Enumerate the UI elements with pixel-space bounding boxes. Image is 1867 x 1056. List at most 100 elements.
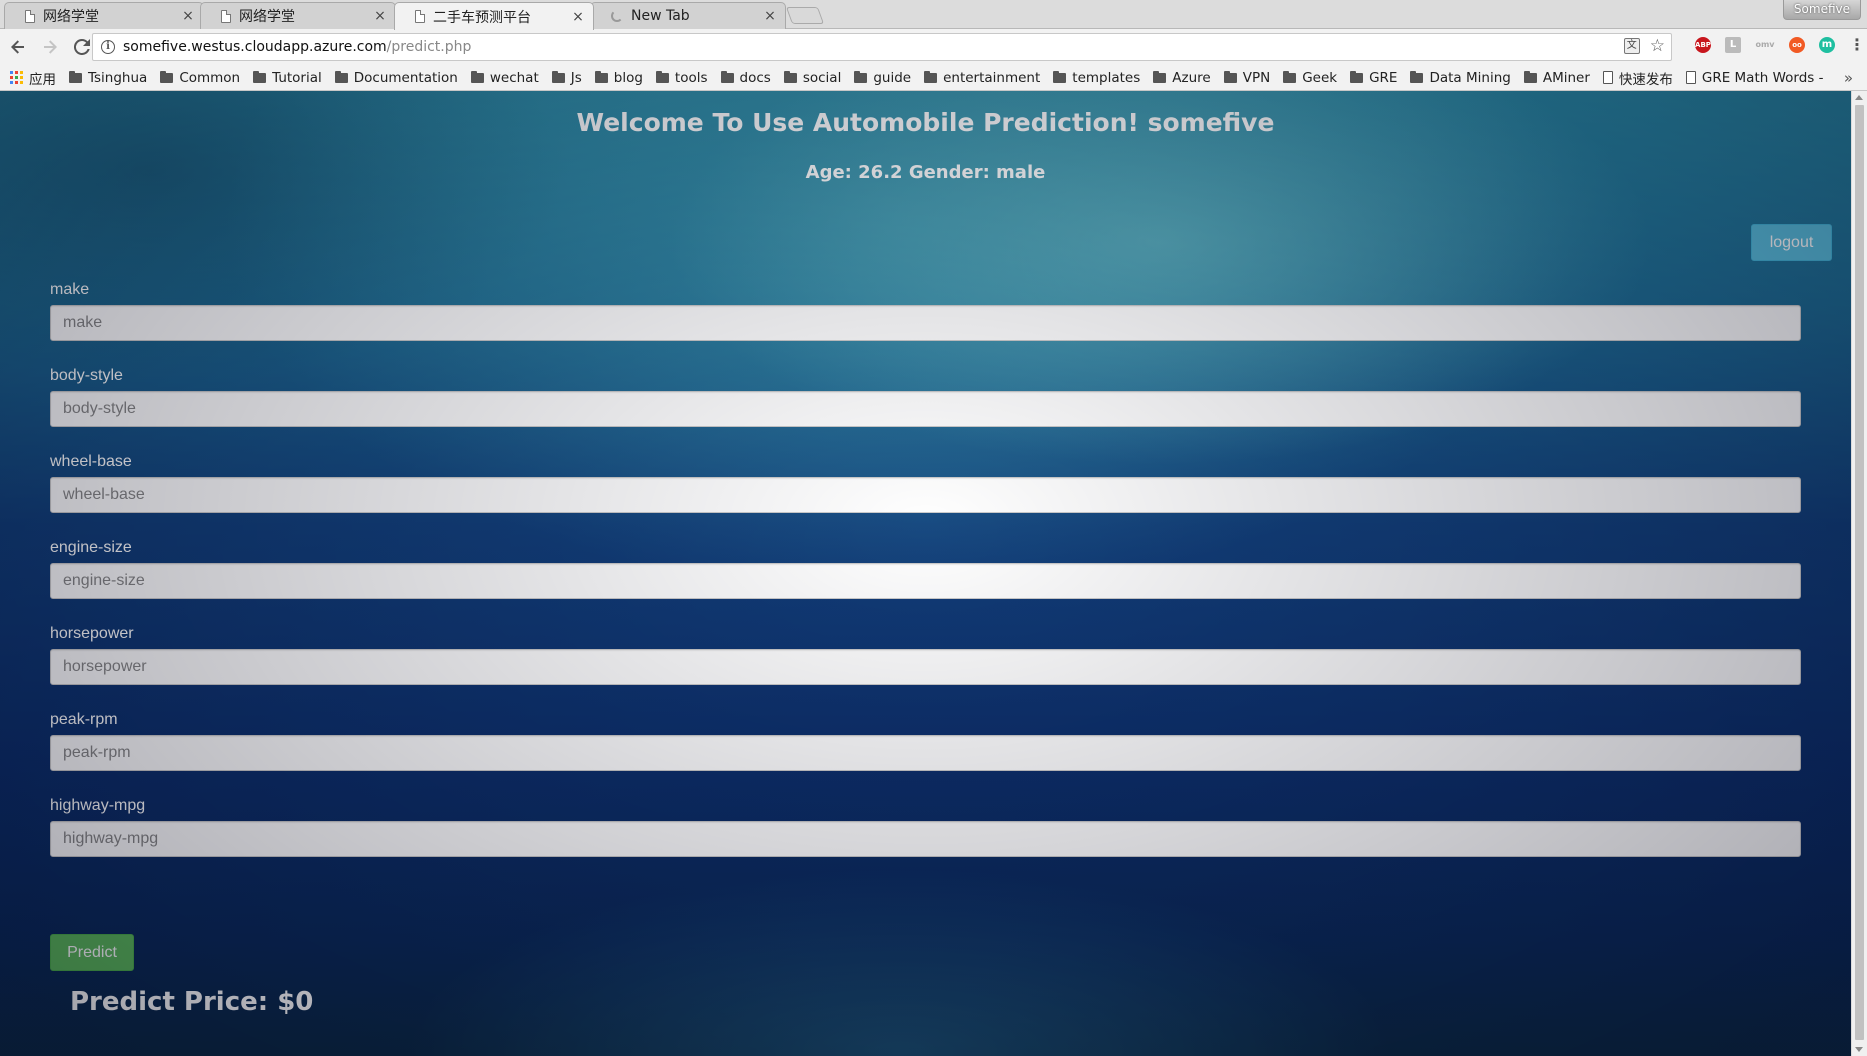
predict-result: Predict Price: $0 bbox=[70, 987, 314, 1017]
bookmark-label: guide bbox=[873, 69, 912, 86]
new-tab-button[interactable] bbox=[785, 7, 825, 24]
tab-1[interactable]: 网络学堂 × bbox=[4, 2, 204, 29]
back-arrow-icon bbox=[11, 40, 24, 54]
bookmark-item[interactable]: guide bbox=[854, 70, 911, 86]
bookmark-label: tools bbox=[674, 69, 708, 86]
close-icon[interactable]: × bbox=[571, 10, 585, 24]
predict-button[interactable]: Predict bbox=[50, 934, 134, 971]
folder-icon bbox=[69, 70, 82, 83]
folder-icon bbox=[253, 70, 267, 83]
folder-icon bbox=[1283, 70, 1297, 83]
bookmark-label: templates bbox=[1072, 69, 1141, 86]
url-path: /predict.php bbox=[386, 39, 472, 55]
page-scrollbar[interactable] bbox=[1851, 91, 1867, 1056]
horsepower-input[interactable] bbox=[50, 649, 1801, 685]
horsepower-label: horsepower bbox=[50, 625, 134, 642]
engine-size-input[interactable] bbox=[50, 563, 1801, 599]
folder-icon bbox=[720, 70, 734, 83]
folder-icon bbox=[1350, 70, 1364, 83]
bookmark-label: GRE Math Words - bbox=[1701, 69, 1824, 86]
address-bar[interactable]: i somefive.westus.cloudapp.azure.com/pre… bbox=[92, 33, 1672, 61]
logout-button[interactable]: logout bbox=[1751, 224, 1832, 261]
extension-oo-icon[interactable]: oo bbox=[1789, 37, 1805, 53]
bookmark-label: Js bbox=[570, 69, 582, 86]
bookmarks-bar: 应用 Tsinghua Common Tutorial Documentation wec… bbox=[0, 65, 1867, 91]
make-input[interactable] bbox=[50, 305, 1801, 341]
bookmark-item[interactable]: blog bbox=[594, 70, 643, 86]
bookmark-item[interactable]: 应用 bbox=[10, 68, 56, 88]
bookmark-item[interactable]: Common bbox=[160, 70, 240, 86]
extension-l-icon[interactable]: L bbox=[1725, 37, 1741, 53]
bookmark-item[interactable]: social bbox=[783, 70, 841, 86]
bookmark-item[interactable]: tools bbox=[655, 69, 708, 86]
close-icon[interactable]: × bbox=[373, 9, 387, 23]
bookmark-item[interactable]: Tutorial bbox=[253, 70, 322, 86]
page-icon bbox=[221, 9, 231, 23]
translate-icon[interactable]: 文 bbox=[1623, 38, 1640, 54]
doc-icon bbox=[1685, 71, 1696, 84]
close-icon[interactable]: × bbox=[181, 9, 195, 23]
tab-title: 网络学堂 bbox=[239, 9, 295, 25]
bookmark-label: Tutorial bbox=[272, 69, 322, 86]
peak-rpm-input[interactable] bbox=[50, 735, 1801, 771]
wheel-base-label: wheel-base bbox=[50, 453, 132, 470]
bookmark-item[interactable]: 快速发布 bbox=[1602, 68, 1673, 88]
bookmark-item[interactable]: AMiner bbox=[1523, 69, 1590, 86]
bookmark-label: GRE bbox=[1369, 69, 1398, 86]
url-host: somefive.westus.cloudapp.azure.com bbox=[123, 39, 387, 55]
bookmark-item[interactable]: Documentation bbox=[334, 70, 458, 86]
back-button[interactable] bbox=[4, 33, 32, 61]
extension-m-icon[interactable]: m bbox=[1819, 37, 1835, 53]
bookmark-item[interactable]: Data Mining bbox=[1410, 69, 1511, 86]
highway-mpg-label: highway-mpg bbox=[50, 797, 146, 814]
bookmark-label: Data Mining bbox=[1429, 69, 1511, 86]
extension-omv-icon[interactable]: omv bbox=[1755, 37, 1775, 53]
body-style-input[interactable] bbox=[50, 391, 1801, 427]
bookmark-item[interactable]: Geek bbox=[1283, 70, 1337, 86]
bookmark-star-icon[interactable]: ☆ bbox=[1650, 38, 1665, 55]
bookmark-item[interactable]: VPN bbox=[1223, 69, 1271, 86]
bookmark-item[interactable]: wechat bbox=[470, 69, 539, 86]
bookmark-label: Tsinghua bbox=[88, 69, 148, 86]
body-style-label: body-style bbox=[50, 367, 123, 384]
bookmark-item[interactable]: GRE bbox=[1350, 70, 1397, 86]
user-info: Age: 26.2 Gender: male bbox=[805, 162, 1046, 183]
folder-icon bbox=[854, 70, 868, 83]
folder-icon bbox=[1053, 70, 1067, 83]
bookmarks-overflow-icon[interactable]: » bbox=[1844, 69, 1853, 87]
tab-4[interactable]: New Tab × bbox=[590, 2, 786, 29]
kebab-menu-icon[interactable]: ⋮ bbox=[1849, 37, 1865, 53]
forward-button[interactable] bbox=[36, 33, 64, 61]
bookmark-item[interactable]: GRE Math Words - bbox=[1685, 69, 1824, 86]
scroll-up-arrow-icon[interactable] bbox=[1855, 95, 1863, 100]
page-icon bbox=[415, 10, 425, 23]
extensions-area: ABP L omv oo m ⋮ bbox=[1695, 37, 1865, 53]
info-icon[interactable]: i bbox=[101, 40, 115, 54]
highway-mpg-input[interactable] bbox=[50, 821, 1801, 857]
tab-3-active[interactable]: 二手车预测平台 × bbox=[394, 2, 594, 30]
bookmark-item[interactable]: entertainment bbox=[924, 70, 1040, 86]
bookmark-item[interactable]: Js bbox=[551, 69, 582, 86]
folder-icon bbox=[594, 70, 608, 83]
bookmark-label: AMiner bbox=[1542, 69, 1590, 86]
adblock-plus-icon[interactable]: ABP bbox=[1695, 37, 1711, 53]
bookmark-item[interactable]: templates bbox=[1053, 70, 1140, 86]
bookmark-label: docs bbox=[739, 69, 771, 86]
tab-2[interactable]: 网络学堂 × bbox=[200, 2, 396, 29]
wheel-base-input[interactable] bbox=[50, 477, 1801, 513]
folder-icon bbox=[1523, 70, 1537, 83]
tab-title: 网络学堂 bbox=[43, 9, 99, 25]
close-icon[interactable]: × bbox=[763, 9, 777, 23]
folder-icon bbox=[160, 70, 174, 83]
bookmark-item[interactable]: docs bbox=[720, 69, 771, 86]
bookmark-item[interactable]: Azure bbox=[1153, 70, 1211, 86]
scroll-thumb[interactable] bbox=[1855, 105, 1864, 1040]
profile-button[interactable]: Somefive bbox=[1782, 0, 1861, 20]
bookmark-label: Geek bbox=[1302, 69, 1338, 86]
bookmark-label: wechat bbox=[489, 69, 539, 86]
scroll-down-arrow-icon[interactable] bbox=[1855, 1047, 1863, 1052]
bookmark-item[interactable]: Tsinghua bbox=[69, 70, 147, 86]
bookmark-label: VPN bbox=[1242, 69, 1271, 86]
folder-icon bbox=[924, 70, 938, 83]
reload-icon bbox=[74, 39, 90, 55]
